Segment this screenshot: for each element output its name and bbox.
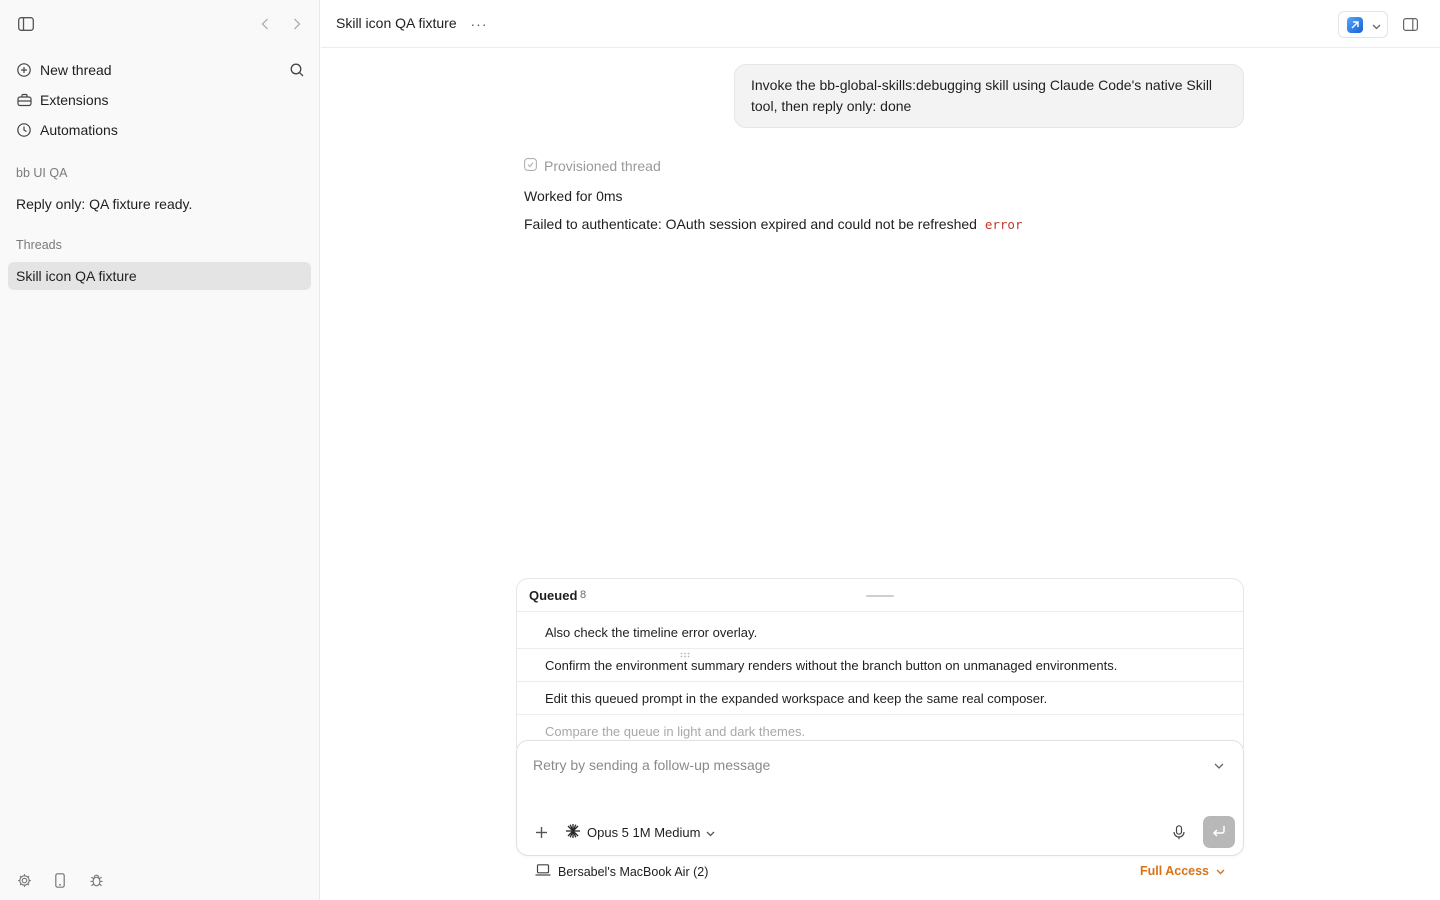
forward-arrow-icon[interactable] xyxy=(288,15,306,33)
page-title: Skill icon QA fixture xyxy=(336,15,457,31)
chevron-down-icon xyxy=(1216,864,1225,878)
add-attachment-plus-icon[interactable] xyxy=(532,823,550,841)
provisioned-status-icon xyxy=(524,158,537,174)
clock-icon xyxy=(16,122,32,138)
nav-label: New thread xyxy=(40,62,112,78)
queued-item-text: Confirm the environment summary renders … xyxy=(545,657,1118,673)
model-spark-icon xyxy=(565,823,581,842)
nav-label: Extensions xyxy=(40,92,109,108)
model-label: Opus 5 1M Medium xyxy=(587,824,701,840)
top-bar: Skill icon QA fixture ··· xyxy=(321,0,1440,48)
device-label: Bersabel's MacBook Air (2) xyxy=(558,864,709,879)
chevron-down-icon xyxy=(1372,17,1381,33)
collapse-chevron-icon[interactable] xyxy=(1210,757,1228,775)
queued-item-text: Edit this queued prompt in the expanded … xyxy=(545,690,1048,706)
queue-header: Queued 8 xyxy=(517,579,1243,612)
threads-section-label: Threads xyxy=(16,238,62,252)
bug-icon[interactable] xyxy=(87,871,105,889)
model-selector-button[interactable]: Opus 5 1M Medium xyxy=(565,822,715,842)
drag-handle-icon[interactable] xyxy=(680,645,690,658)
laptop-icon xyxy=(535,864,551,879)
app-picker-dropdown[interactable] xyxy=(1338,11,1388,38)
sidebar-toolbar xyxy=(0,0,320,48)
message-composer: Retry by sending a follow-up message Opu… xyxy=(516,740,1244,856)
nav-label: Automations xyxy=(40,122,118,138)
thread-item-skill-icon-qa-fixture[interactable]: Skill icon QA fixture xyxy=(8,262,311,290)
queue-resize-handle[interactable] xyxy=(866,595,894,597)
microphone-icon[interactable] xyxy=(1170,823,1188,841)
queued-item[interactable]: Also check the timeline error overlay. xyxy=(517,616,1243,649)
access-level-dropdown[interactable]: Full Access xyxy=(1140,864,1225,878)
error-code-label: error xyxy=(984,217,1023,232)
queued-item[interactable]: Confirm the environment summary renders … xyxy=(517,649,1243,682)
error-message-text: Failed to authenticate: OAuth session ex… xyxy=(524,216,977,232)
settings-gear-icon[interactable] xyxy=(15,871,33,889)
send-button[interactable] xyxy=(1203,816,1235,848)
queued-item[interactable]: Edit this queued prompt in the expanded … xyxy=(517,682,1243,715)
new-thread-button[interactable]: New thread xyxy=(8,56,312,84)
search-icon[interactable] xyxy=(288,61,306,79)
extensions-button[interactable]: Extensions xyxy=(8,86,312,114)
device-selector[interactable]: Bersabel's MacBook Air (2) xyxy=(535,864,708,879)
worked-duration-text: Worked for 0ms xyxy=(524,188,623,204)
automations-button[interactable]: Automations xyxy=(8,116,312,144)
provisioned-label: Provisioned thread xyxy=(544,158,661,174)
user-message-text: Invoke the bb-global-skills:debugging sk… xyxy=(751,77,1213,114)
more-options-button[interactable]: ··· xyxy=(469,14,489,34)
sidebar-footer xyxy=(0,852,320,900)
toggle-right-panel-icon[interactable] xyxy=(1401,15,1419,33)
sidebar: New thread Extensions Automations bb UI … xyxy=(0,0,320,900)
mobile-device-icon[interactable] xyxy=(51,871,69,889)
error-message: Failed to authenticate: OAuth session ex… xyxy=(524,216,1023,232)
back-arrow-icon[interactable] xyxy=(256,15,274,33)
queue-title: Queued xyxy=(529,588,578,603)
project-section-label: bb UI QA xyxy=(16,166,68,180)
user-message-bubble: Invoke the bb-global-skills:debugging sk… xyxy=(734,64,1244,128)
project-thread-item[interactable]: Reply only: QA fixture ready. xyxy=(8,190,311,218)
plus-circle-icon xyxy=(16,62,32,78)
thread-label: Skill icon QA fixture xyxy=(16,268,137,284)
queue-count-badge: 8 xyxy=(580,589,587,601)
chevron-down-icon xyxy=(706,825,715,840)
provisioned-thread-status: Provisioned thread xyxy=(524,158,661,174)
queued-messages-panel: Queued 8 Also check the timeline error o… xyxy=(516,578,1244,748)
app-logo-icon xyxy=(1347,16,1363,33)
toggle-sidebar-icon[interactable] xyxy=(17,15,35,33)
queued-item-text: Also check the timeline error overlay. xyxy=(545,624,758,640)
access-label: Full Access xyxy=(1140,864,1210,878)
main-panel: Skill icon QA fixture ··· Invoke the bb-… xyxy=(321,0,1440,900)
thread-label: Reply only: QA fixture ready. xyxy=(16,196,193,212)
follow-up-message-input[interactable]: Retry by sending a follow-up message xyxy=(533,757,770,773)
queued-item-text: Compare the queue in light and dark them… xyxy=(545,724,806,739)
enter-arrow-icon xyxy=(1212,824,1226,840)
toolbox-icon xyxy=(16,92,32,108)
